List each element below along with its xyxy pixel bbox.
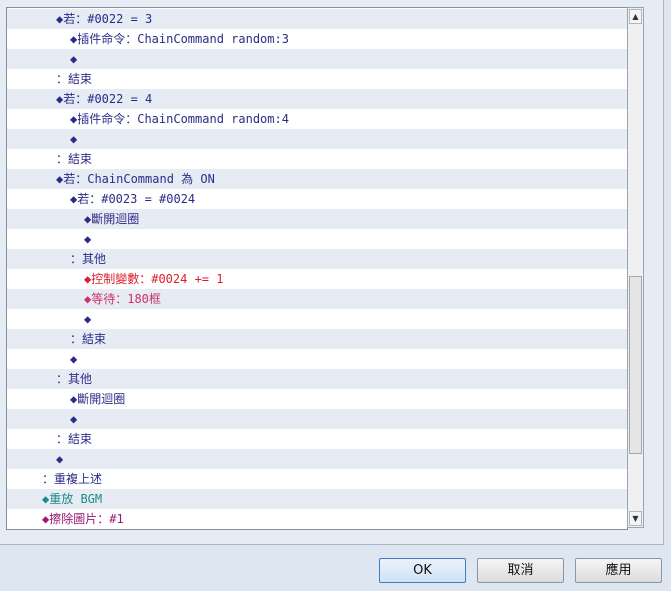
scroll-up-button[interactable]: ▲ — [629, 9, 642, 24]
event-content-panel: ◆若：#0022 = 3 ◆插件命令：ChainCommand random:3 ◆… — [0, 0, 664, 545]
command-row[interactable]: ：結束 — [7, 149, 627, 169]
command-row[interactable]: ◆擦除圖片：#1 — [7, 509, 627, 529]
command-text: ：結束 — [56, 152, 93, 166]
command-row[interactable]: ◆ — [7, 409, 627, 429]
command-row[interactable]: ◆ — [7, 129, 627, 149]
command-row[interactable]: ◆控制變數：#0024 += 1 — [7, 269, 627, 289]
command-text: ◆斷開迴圈 — [70, 392, 126, 406]
command-text: ◆等待：180框 — [84, 292, 161, 306]
command-text: ◆ — [84, 312, 92, 326]
command-text: ：其他 — [70, 252, 107, 266]
command-text: ：結束 — [56, 72, 93, 86]
scrollbar-thumb[interactable] — [629, 276, 642, 454]
command-row[interactable]: ：結束 — [7, 429, 627, 449]
command-row[interactable]: ◆若：#0023 = #0024 — [7, 189, 627, 209]
command-row[interactable]: ◆重放 BGM — [7, 489, 627, 509]
command-row[interactable]: ：重複上述 — [7, 469, 627, 489]
command-row[interactable]: ：其他 — [7, 369, 627, 389]
command-row[interactable]: ◆斷開迴圈 — [7, 209, 627, 229]
command-text: ◆若：#0023 = #0024 — [70, 192, 196, 206]
command-text: ◆ — [70, 412, 78, 426]
command-text: ◆擦除圖片：#1 — [42, 512, 124, 526]
apply-button[interactable]: 應用 — [575, 558, 662, 583]
scroll-down-button[interactable]: ▼ — [629, 511, 642, 526]
command-text: ：結束 — [70, 332, 107, 346]
scroll-up-arrow-icon: ▲ — [632, 12, 639, 21]
command-text: ◆斷開迴圈 — [84, 212, 140, 226]
command-text: ◆控制變數：#0024 += 1 — [84, 272, 224, 286]
command-text: ◆ — [70, 352, 78, 366]
command-text: ：結束 — [56, 432, 93, 446]
command-row[interactable]: ◆ — [7, 349, 627, 369]
command-row[interactable]: ◆斷開迴圈 — [7, 389, 627, 409]
command-row[interactable]: ◆插件命令：ChainCommand random:4 — [7, 109, 627, 129]
vertical-scrollbar[interactable]: ▲ ▼ — [627, 7, 644, 528]
command-row[interactable]: ：結束 — [7, 329, 627, 349]
command-row[interactable]: ◆等待：180框 — [7, 289, 627, 309]
scroll-down-arrow-icon: ▼ — [632, 514, 639, 523]
command-row[interactable]: ◆若：ChainCommand 為 ON — [7, 169, 627, 189]
ok-button[interactable]: OK — [379, 558, 466, 583]
command-text: ◆插件命令：ChainCommand random:4 — [70, 112, 289, 126]
event-command-list[interactable]: ◆若：#0022 = 3 ◆插件命令：ChainCommand random:3 ◆… — [6, 7, 628, 530]
command-text: ◆若：#0022 = 4 — [56, 92, 153, 106]
command-text: ：其他 — [56, 372, 93, 386]
command-text: ◆重放 BGM — [42, 492, 103, 506]
command-text: ◆若：ChainCommand 為 ON — [56, 172, 215, 186]
command-row[interactable]: ：其他 — [7, 249, 627, 269]
command-text: ◆ — [70, 52, 78, 66]
command-text: ◆ — [84, 232, 92, 246]
command-text: ◆ — [56, 452, 64, 466]
command-row[interactable]: ◆ — [7, 229, 627, 249]
command-text: ◆ — [70, 132, 78, 146]
command-text: ◆若：#0022 = 3 — [56, 12, 153, 26]
cancel-button[interactable]: 取消 — [477, 558, 564, 583]
command-row[interactable]: ◆插件命令：ChainCommand random:3 — [7, 29, 627, 49]
command-row[interactable]: ◆若：#0022 = 4 — [7, 89, 627, 109]
command-row[interactable]: ◆ — [7, 49, 627, 69]
command-text: ：重複上述 — [42, 472, 103, 486]
command-text: ◆插件命令：ChainCommand random:3 — [70, 32, 289, 46]
command-row[interactable]: ◆ — [7, 309, 627, 329]
command-row[interactable]: ◆若：#0022 = 3 — [7, 9, 627, 29]
command-row[interactable]: ：結束 — [7, 69, 627, 89]
command-row[interactable]: ◆ — [7, 449, 627, 469]
